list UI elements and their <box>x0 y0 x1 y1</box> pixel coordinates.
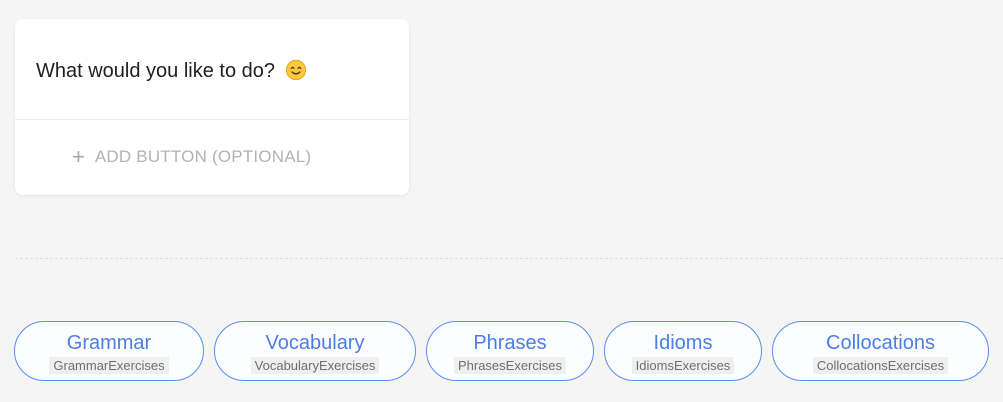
add-button[interactable]: + ADD BUTTON (OPTIONAL) <box>72 137 311 177</box>
quick-replies: Grammar GrammarExercises Vocabulary Voca… <box>14 321 989 381</box>
quick-reply-payload: IdiomsExercises <box>631 356 735 375</box>
quick-reply-idioms[interactable]: Idioms IdiomsExercises <box>604 321 762 381</box>
message-text[interactable]: What would you like to do? <box>36 60 275 82</box>
quick-reply-label: Grammar <box>66 331 152 354</box>
message-text-row[interactable]: What would you like to do? <box>36 59 307 83</box>
plus-icon: + <box>72 144 85 169</box>
quick-reply-payload: PhrasesExercises <box>453 356 567 375</box>
message-card: What would you like to do? + ADD BUTTON … <box>15 19 409 195</box>
quick-reply-payload: CollocationsExercises <box>812 356 949 375</box>
quick-reply-label: Vocabulary <box>265 331 365 354</box>
smiling-face-icon <box>285 59 306 81</box>
quick-reply-phrases[interactable]: Phrases PhrasesExercises <box>426 321 594 381</box>
quick-reply-label: Phrases <box>473 331 547 354</box>
quick-reply-payload: VocabularyExercises <box>250 356 380 375</box>
quick-reply-label: Collocations <box>826 331 935 354</box>
quick-reply-payload: GrammarExercises <box>49 356 169 375</box>
quick-reply-vocabulary[interactable]: Vocabulary VocabularyExercises <box>214 321 416 381</box>
add-button-label: ADD BUTTON (OPTIONAL) <box>94 147 312 166</box>
section-divider <box>15 258 1003 259</box>
quick-reply-collocations[interactable]: Collocations CollocationsExercises <box>772 321 989 381</box>
quick-reply-grammar[interactable]: Grammar GrammarExercises <box>14 321 204 381</box>
quick-reply-label: Idioms <box>653 331 713 354</box>
card-divider <box>15 119 409 120</box>
